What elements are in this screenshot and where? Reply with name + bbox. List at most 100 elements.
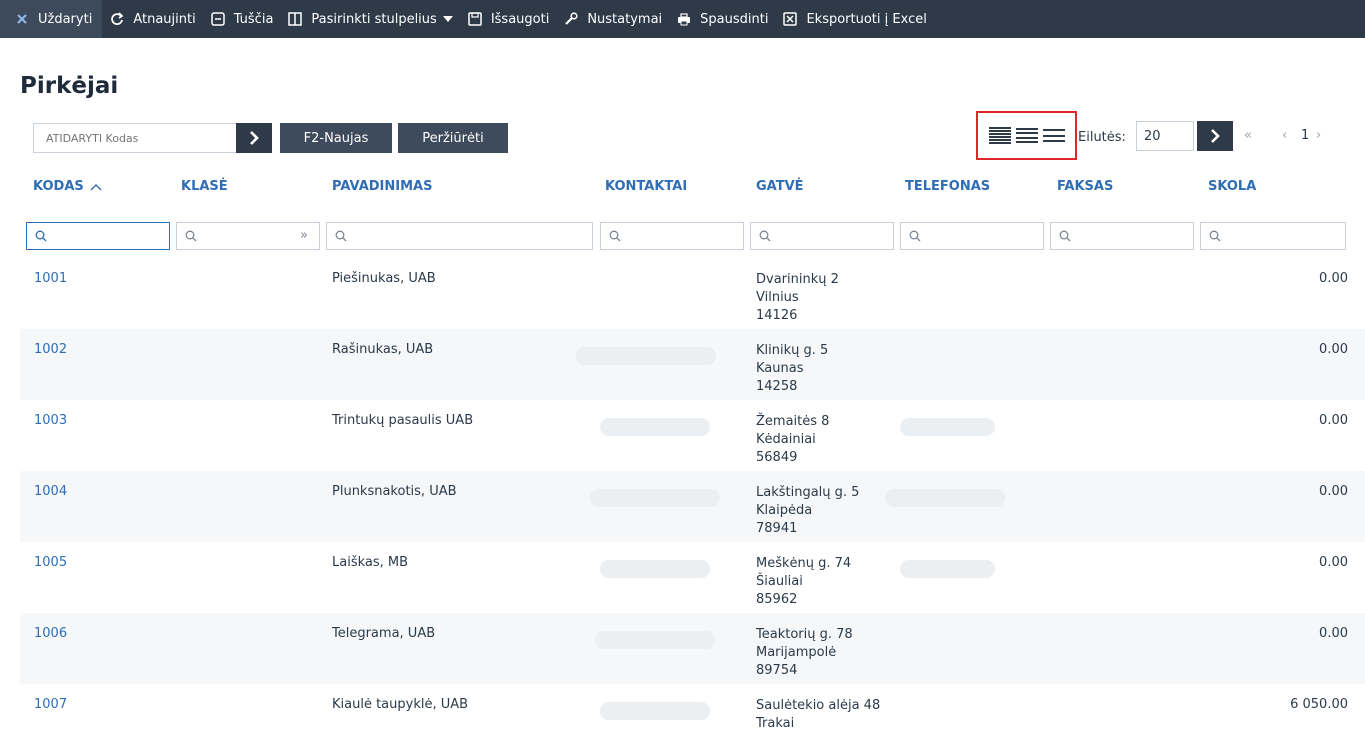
row-code[interactable]: 1002 [34,342,67,357]
row-city: Marijampolė [756,645,837,660]
search-icon [185,230,197,242]
new-button[interactable]: F2-Naujas [280,123,392,153]
table-row[interactable]: 1001 Piešinukas, UAB Dvarininkų 2 Vilniu… [20,258,1365,329]
column-header-telefonas[interactable]: TELEFONAS [905,179,990,194]
chevron-right-icon [1211,129,1220,143]
open-go-button[interactable] [236,123,272,153]
redacted-contact [595,631,715,649]
filter-skola[interactable] [1200,222,1346,250]
redacted-phone [900,560,995,578]
row-city: Vilnius [756,290,799,305]
close-icon [14,11,30,27]
view-button[interactable]: Peržiūrėti [398,123,508,153]
row-name: Kiaulė taupyklė, UAB [332,697,469,712]
search-icon [35,230,47,242]
row-street: Klinikų g. 5 [756,343,829,358]
next-page-link[interactable]: › [1316,128,1321,143]
row-zip: 78941 [756,521,798,536]
column-header-kontaktai[interactable]: KONTAKTAI [605,179,687,194]
sort-asc-icon [90,183,102,190]
blank-label: Tuščia [233,11,274,27]
row-address: Lakštingalų g. 5 Klaipėda 78941 [756,484,859,538]
row-skola: 0.00 [1319,555,1348,570]
filter-klase[interactable] [176,222,320,250]
row-zip: 85962 [756,592,798,607]
refresh-button[interactable]: Atnaujinti [102,0,202,38]
export-excel-label: Eksportuoti į Excel [806,11,927,27]
row-code[interactable]: 1005 [34,555,67,570]
search-icon [759,230,771,242]
row-city: Kaunas [756,361,804,376]
column-header-faksas[interactable]: FAKSAS [1057,179,1113,194]
redacted-contact [590,489,720,507]
row-city: Kėdainiai [756,432,816,447]
search-icon [609,230,621,242]
row-code[interactable]: 1004 [34,484,67,499]
excel-icon [782,11,798,27]
table-row[interactable]: 1005 Laiškas, MB Meškėnų g. 74 Šiauliai … [20,542,1365,613]
row-address: Dvarininkų 2 Vilnius 14126 [756,271,839,325]
row-name: Plunksnakotis, UAB [332,484,457,499]
column-header-skola[interactable]: SKOLA [1208,179,1256,194]
table-row[interactable]: 1006 Telegrama, UAB Teaktorių g. 78 Mari… [20,613,1365,684]
export-excel-button[interactable]: Eksportuoti į Excel [775,0,933,38]
row-code[interactable]: 1007 [34,697,67,712]
prev-page-link[interactable]: ‹ [1282,128,1287,143]
first-page-link[interactable]: « [1244,128,1252,143]
settings-label: Nustatymai [587,11,663,27]
filter-kontaktai[interactable] [600,222,744,250]
row-code[interactable]: 1006 [34,626,67,641]
rows-go-button[interactable] [1197,121,1233,151]
blank-button[interactable]: Tuščia [203,0,281,38]
density-compact-icon[interactable] [988,127,1011,144]
choose-columns-button[interactable]: Pasirinkti stulpelius [280,0,459,38]
refresh-label: Atnaujinti [133,11,196,27]
expand-filter-icon[interactable]: » [300,228,308,243]
settings-button[interactable]: Nustatymai [556,0,669,38]
row-street: Lakštingalų g. 5 [756,485,860,500]
column-header-kodas[interactable]: KODAS [33,179,102,194]
column-header-gatve[interactable]: GATVĖ [756,179,804,194]
row-zip: 14258 [756,379,798,394]
open-code-input[interactable] [33,123,237,153]
save-label: Išsaugoti [490,11,550,27]
row-skola: 0.00 [1319,626,1348,641]
search-icon [1209,230,1221,242]
table-row[interactable]: 1007 Kiaulė taupyklė, UAB Saulėtekio alė… [20,684,1365,738]
page-title: Pirkėjai [20,73,119,99]
table-row[interactable]: 1004 Plunksnakotis, UAB Lakštingalų g. 5… [20,471,1365,542]
blank-icon [210,11,226,27]
row-code[interactable]: 1003 [34,413,67,428]
save-button[interactable]: Išsaugoti [460,0,557,38]
filter-gatve[interactable] [750,222,894,250]
column-header-pavadinimas[interactable]: PAVADINIMAS [332,179,432,194]
redacted-contact [600,560,710,578]
row-street: Meškėnų g. 74 [756,556,852,571]
rows-per-page-input[interactable] [1136,121,1194,151]
density-large-icon[interactable] [1042,129,1065,142]
caret-down-icon[interactable] [442,15,453,23]
filter-faksas[interactable] [1050,222,1194,250]
redacted-contact [600,418,710,436]
search-icon [909,230,921,242]
redacted-contact [576,347,716,365]
filter-kodas[interactable] [26,222,170,250]
table-row[interactable]: 1003 Trintukų pasaulis UAB Žemaitės 8 Kė… [20,400,1365,471]
table-row[interactable]: 1002 Rašinukas, UAB Klinikų g. 5 Kaunas … [20,329,1365,400]
filter-telefonas[interactable] [900,222,1044,250]
close-button[interactable]: Uždaryti [0,0,103,38]
row-address: Klinikų g. 5 Kaunas 14258 [756,342,828,396]
row-density-toggle [976,111,1077,160]
save-icon [467,11,483,27]
row-address: Meškėnų g. 74 Šiauliai 85962 [756,555,851,609]
filter-pavadinimas[interactable] [326,222,593,250]
redacted-phone [885,489,1005,507]
column-label: KODAS [33,179,84,194]
chevron-right-icon [250,131,259,145]
row-city: Trakai [756,716,795,731]
column-header-klase[interactable]: KLASĖ [181,179,228,194]
close-label: Uždaryti [38,11,93,27]
row-code[interactable]: 1001 [34,271,67,286]
print-button[interactable]: Spausdinti [669,0,775,38]
density-normal-icon[interactable] [1015,128,1038,143]
